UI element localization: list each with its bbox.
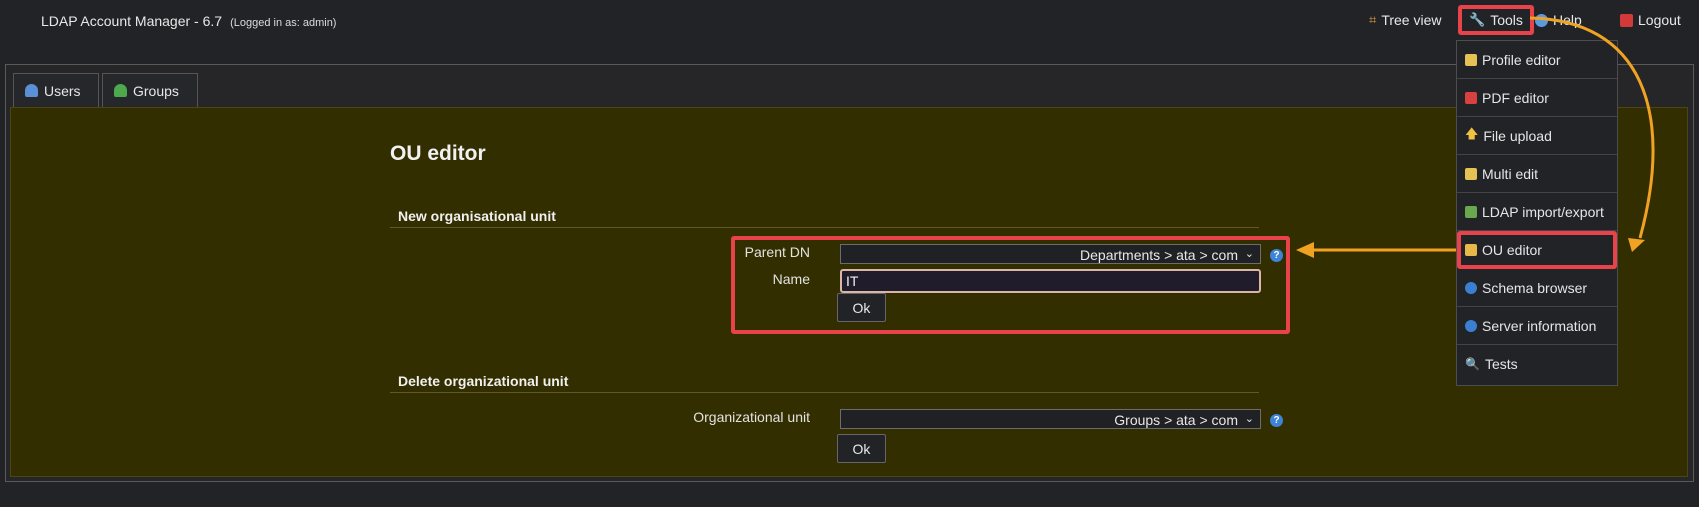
delete-ok-button[interactable]: Ok [837, 434, 886, 463]
globe-icon [1465, 281, 1477, 294]
menu-item-pdf-editor[interactable]: PDF editor [1457, 79, 1617, 117]
menu-item-ou-editor[interactable]: OU editor [1457, 231, 1617, 269]
menu-item-profile-editor[interactable]: Profile editor [1457, 41, 1617, 79]
menu-item-label: Profile editor [1482, 51, 1561, 68]
menu-item-label: Schema browser [1482, 279, 1588, 296]
tools-label: Tools [1490, 12, 1523, 28]
help-icon [1535, 13, 1548, 27]
tab-groups[interactable]: Groups [102, 73, 198, 107]
menu-item-label: Server information [1482, 317, 1597, 334]
pdf-icon [1465, 91, 1477, 104]
menu-item-file-upload[interactable]: 🡅 File upload [1457, 117, 1617, 155]
menu-item-schema-browser[interactable]: Schema browser [1457, 269, 1617, 307]
logout-link[interactable]: Logout [1620, 12, 1681, 28]
new-ou-heading: New organisational unit [398, 208, 556, 224]
org-unit-select[interactable]: Groups > ata > com ⌄ [840, 409, 1261, 429]
user-icon [25, 84, 38, 97]
app-title: LDAP Account Manager - 6.7 (Logged in as:… [41, 13, 336, 29]
tab-groups-label: Groups [133, 82, 179, 99]
upload-arrow-icon: 🡅 [1465, 125, 1479, 141]
group-icon [114, 84, 127, 97]
menu-item-label: PDF editor [1482, 89, 1549, 106]
annotation-highlight-form [731, 236, 1290, 334]
multi-edit-icon [1465, 167, 1477, 180]
tools-button[interactable]: 🔧 Tools [1458, 5, 1534, 35]
app-title-text: LDAP Account Manager - 6.7 [41, 13, 223, 29]
menu-item-label: Tests [1484, 356, 1518, 372]
tab-users-label: Users [44, 82, 81, 99]
chevron-down-icon: ⌄ [1244, 413, 1254, 425]
menu-item-ldap-import-export[interactable]: LDAP import/export [1457, 193, 1617, 231]
org-unit-value: Groups > ata > com [1114, 412, 1238, 428]
delete-ou-heading: Delete organizational unit [398, 373, 569, 389]
menu-item-label: OU editor [1482, 242, 1542, 258]
page-title: OU editor [390, 142, 486, 165]
help-label: Help [1553, 12, 1582, 28]
top-bar: LDAP Account Manager - 6.7 (Logged in as:… [0, 0, 1699, 44]
org-unit-label: Organizational unit [693, 409, 810, 425]
import-export-icon [1465, 205, 1477, 218]
tree-view-link[interactable]: ⌗ Tree view [1369, 12, 1442, 28]
tab-users[interactable]: Users [13, 73, 99, 107]
magnifier-icon: 🔍 [1465, 357, 1480, 371]
menu-item-label: Multi edit [1482, 165, 1539, 182]
wrench-icon: 🔧 [1469, 12, 1486, 27]
section-divider [390, 392, 1259, 393]
menu-item-label: LDAP import/export [1482, 203, 1604, 220]
help-icon-org-unit[interactable]: ? [1270, 414, 1283, 427]
tools-menu: Profile editor PDF editor 🡅 File upload … [1456, 40, 1618, 386]
menu-item-multi-edit[interactable]: Multi edit [1457, 155, 1617, 193]
logged-in-text: (Logged in as: admin) [230, 17, 337, 29]
profile-edit-icon [1465, 53, 1477, 66]
tree-view-icon: ⌗ [1369, 12, 1377, 27]
tree-view-label: Tree view [1381, 12, 1442, 28]
menu-item-label: File upload [1483, 127, 1552, 144]
menu-item-tests[interactable]: 🔍 Tests [1457, 345, 1617, 383]
folder-icon [1465, 244, 1477, 256]
menu-item-server-information[interactable]: Server information [1457, 307, 1617, 345]
help-link[interactable]: Help [1535, 12, 1582, 28]
section-divider [390, 227, 1259, 228]
logout-label: Logout [1638, 12, 1681, 28]
logout-icon [1620, 13, 1633, 27]
info-icon [1465, 319, 1477, 332]
